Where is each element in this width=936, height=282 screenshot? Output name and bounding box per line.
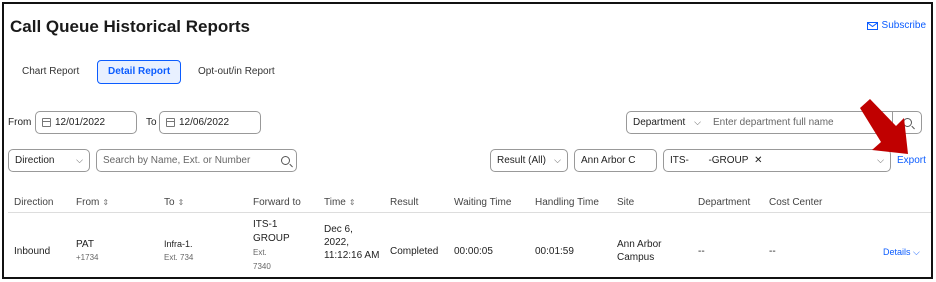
- cell-forward-line1: ITS-1: [253, 219, 278, 230]
- cell-time-line1: Dec 6,: [324, 224, 353, 235]
- col-header-waiting-time: Waiting Time: [454, 197, 512, 208]
- from-date-value: 12/01/2022: [55, 117, 106, 128]
- sort-icon: ⇕: [348, 198, 356, 207]
- col-header-site: Site: [617, 197, 635, 208]
- col-header-to[interactable]: To ⇕: [164, 197, 184, 208]
- col-header-label: Time: [324, 197, 346, 208]
- sort-icon: ⇕: [102, 198, 110, 207]
- cell-direction: Inbound: [14, 246, 51, 257]
- site-input[interactable]: Ann Arbor C: [574, 149, 657, 172]
- chevron-down-icon: ⌵: [913, 247, 920, 257]
- report-panel: Call Queue Historical Reports Subscribe …: [2, 2, 933, 279]
- tab-chart-report[interactable]: Chart Report: [11, 60, 90, 84]
- col-header-result: Result: [390, 197, 419, 208]
- details-button[interactable]: Details ⌵: [883, 247, 920, 258]
- tab-detail-report[interactable]: Detail Report: [97, 60, 182, 84]
- subscribe-link[interactable]: Subscribe: [866, 20, 926, 31]
- cell-result: Completed: [390, 246, 439, 257]
- col-header-cost-center: Cost Center: [769, 197, 823, 208]
- site-value: Ann Arbor C: [581, 155, 636, 166]
- remove-tag-icon[interactable]: ✕: [754, 155, 762, 166]
- queue-tag[interactable]: ITS- -GROUP ✕: [670, 155, 762, 166]
- to-label: To: [146, 117, 157, 128]
- cell-to-name: Infra-1.: [164, 239, 193, 249]
- details-label: Details: [883, 247, 911, 257]
- mail-icon: [866, 21, 878, 30]
- cell-time-line2: 2022,: [324, 237, 350, 248]
- cell-handling-time: 00:01:59: [535, 246, 574, 257]
- chevron-down-icon: ⌵: [76, 155, 83, 165]
- to-date-picker[interactable]: 12/06/2022: [159, 111, 261, 134]
- calendar-icon: [166, 118, 175, 127]
- direction-select-label: Direction: [15, 155, 55, 166]
- cell-forward-line2: GROUP: [253, 233, 290, 244]
- col-header-label: From: [76, 197, 100, 208]
- result-select-label: Result (All): [497, 155, 546, 166]
- cell-from-name: PAT: [76, 239, 94, 250]
- col-header-direction: Direction: [14, 197, 54, 208]
- department-select-label: Department: [633, 117, 686, 128]
- cell-to-ext: Ext. 734: [164, 253, 194, 262]
- cell-waiting-time: 00:00:05: [454, 246, 493, 257]
- tab-opt-out-in-report[interactable]: Opt-out/in Report: [187, 60, 286, 84]
- result-select[interactable]: Result (All) ⌵: [490, 149, 568, 172]
- department-filter-select[interactable]: Department ⌵: [626, 111, 708, 134]
- chevron-down-icon: ⌵: [694, 117, 701, 127]
- col-header-time[interactable]: Time ⇕: [324, 197, 356, 208]
- search-placeholder: Search by Name, Ext. or Number: [103, 155, 251, 166]
- queue-tag-part: -GROUP: [708, 155, 749, 166]
- page-title: Call Queue Historical Reports: [10, 17, 250, 36]
- department-placeholder: Enter department full name: [713, 117, 834, 128]
- col-header-from[interactable]: From ⇕: [76, 197, 109, 208]
- to-date-value: 12/06/2022: [179, 117, 230, 128]
- queue-tag-part: ITS-: [670, 155, 689, 166]
- col-header-forward-to: Forward to: [253, 197, 301, 208]
- cell-cost-center: --: [769, 246, 776, 257]
- table-row: Inbound PAT +1734 Infra-1. Ext. 734 ITS-…: [4, 213, 931, 279]
- chevron-down-icon: ⌵: [554, 155, 561, 165]
- cell-department: --: [698, 246, 705, 257]
- col-header-handling-time: Handling Time: [535, 197, 599, 208]
- calendar-icon: [42, 118, 51, 127]
- from-label: From: [8, 117, 32, 128]
- col-header-department: Department: [698, 197, 751, 208]
- direction-select[interactable]: Direction ⌵: [8, 149, 90, 172]
- cell-time-line3: 11:12:16 AM: [324, 250, 380, 261]
- red-arrow-annotation: [860, 99, 908, 154]
- cell-forward-line4: 7340: [253, 262, 271, 271]
- search-input[interactable]: Search by Name, Ext. or Number: [96, 149, 297, 172]
- cell-forward-line3: Ext.: [253, 248, 267, 257]
- from-date-picker[interactable]: 12/01/2022: [35, 111, 137, 134]
- col-header-label: To: [164, 197, 175, 208]
- search-icon: [281, 156, 290, 165]
- subscribe-label: Subscribe: [881, 20, 926, 31]
- cell-site-line1: Ann Arbor: [617, 239, 662, 250]
- sort-icon: ⇕: [177, 198, 185, 207]
- cell-from-number: +1734: [76, 253, 99, 262]
- cell-site-line2: Campus: [617, 252, 655, 263]
